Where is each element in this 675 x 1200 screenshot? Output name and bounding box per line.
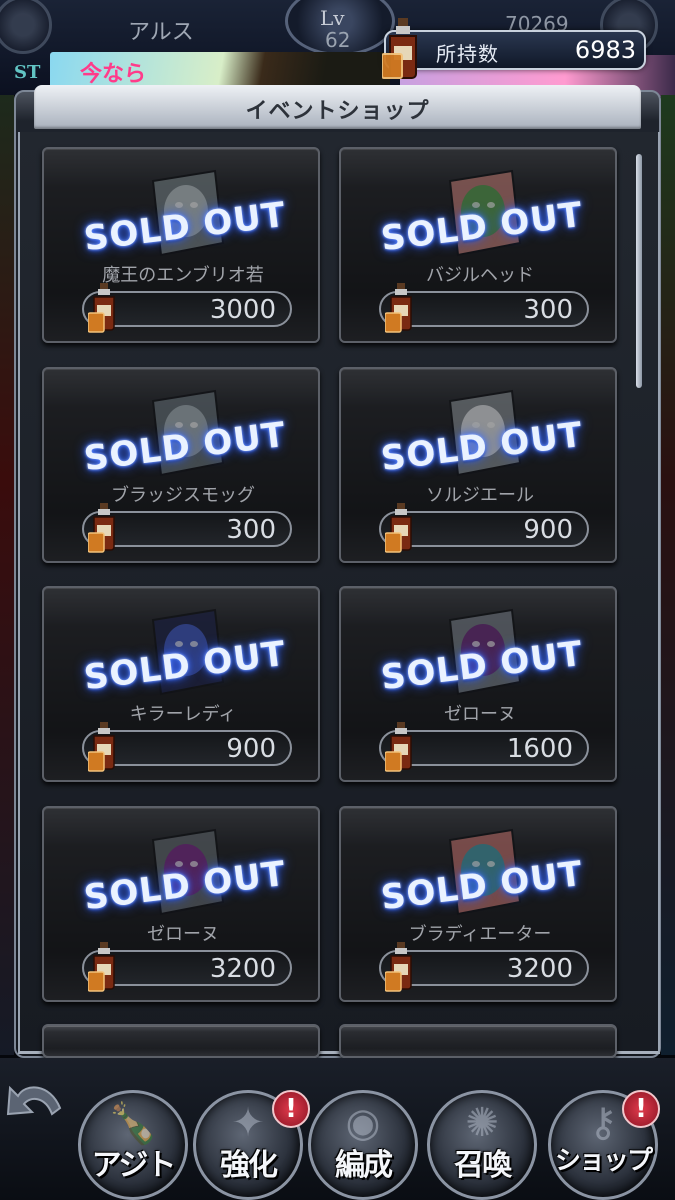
whiskey-bottle-icon bbox=[382, 18, 417, 79]
shop-item-card[interactable]: キラーレディ 900 SOLD OUT bbox=[42, 586, 320, 782]
item-price: 300 bbox=[523, 295, 573, 325]
item-price: 3000 bbox=[209, 295, 276, 325]
whiskey-bottle-icon bbox=[385, 503, 412, 553]
enhance-alert-badge: ! bbox=[272, 1090, 310, 1128]
background-left-edge bbox=[0, 95, 14, 1055]
shop-item-card[interactable]: ゼローヌ 3200 SOLD OUT bbox=[42, 806, 320, 1002]
event-banner-text: 今なら bbox=[80, 62, 147, 87]
shop-item-card[interactable]: ゼローヌ 1600 SOLD OUT bbox=[339, 586, 617, 782]
currency-label: 所持数 bbox=[436, 42, 499, 66]
shop-item-card[interactable]: ブラッジスモッグ 300 SOLD OUT bbox=[42, 367, 320, 563]
whiskey-bottle-icon bbox=[88, 942, 115, 992]
nav-label-enhance: 強化 bbox=[220, 1148, 278, 1183]
shop-item-card[interactable]: 魔王のエンブリオ若 3000 SOLD OUT bbox=[42, 147, 320, 343]
nav-label-formation: 編成 bbox=[335, 1148, 393, 1183]
back-arrow-icon[interactable] bbox=[0, 1068, 70, 1138]
item-name: ゼローヌ bbox=[147, 924, 219, 945]
shop-item-card[interactable]: ソルジエール 900 SOLD OUT bbox=[339, 367, 617, 563]
currency-value: 6983 bbox=[574, 36, 636, 64]
whiskey-bottle-icon bbox=[385, 283, 412, 333]
item-name: ゼローヌ bbox=[444, 704, 516, 725]
item-price: 3200 bbox=[506, 954, 573, 984]
shop-item-card[interactable]: ブラディエーター 3200 SOLD OUT bbox=[339, 806, 617, 1002]
stage-tag: ST bbox=[14, 62, 41, 83]
shop-item-card-partial[interactable] bbox=[42, 1024, 320, 1058]
item-name: バジルヘッド bbox=[426, 265, 534, 286]
item-price: 300 bbox=[226, 515, 276, 545]
nav-label-shop: ショップ bbox=[554, 1146, 653, 1176]
player-name: アルス bbox=[128, 20, 194, 45]
nav-label-base: アジト bbox=[91, 1148, 177, 1183]
item-name: ブラッジスモッグ bbox=[111, 485, 255, 506]
whiskey-bottle-icon bbox=[385, 722, 412, 772]
shop-scrollbar[interactable] bbox=[636, 154, 642, 388]
whiskey-bottle-icon bbox=[88, 722, 115, 772]
whiskey-bottle-icon bbox=[385, 942, 412, 992]
shop-item-card[interactable]: バジルヘッド 300 SOLD OUT bbox=[339, 147, 617, 343]
item-price: 1600 bbox=[506, 734, 573, 764]
level-label: Lv bbox=[320, 6, 345, 30]
item-name: ブラディエーター bbox=[408, 924, 552, 945]
shop-title: イベントショップ bbox=[245, 99, 430, 124]
level-value: 62 bbox=[325, 28, 351, 52]
item-price: 900 bbox=[226, 734, 276, 764]
nav-label-summon: 召喚 bbox=[454, 1148, 512, 1183]
item-price: 3200 bbox=[209, 954, 276, 984]
item-price: 900 bbox=[523, 515, 573, 545]
shop-item-card-partial[interactable] bbox=[339, 1024, 617, 1058]
item-name: キラーレディ bbox=[129, 704, 237, 725]
whiskey-bottle-icon bbox=[88, 503, 115, 553]
item-name: 魔王のエンブリオ若 bbox=[102, 265, 264, 286]
whiskey-bottle-icon bbox=[88, 283, 115, 333]
item-name: ソルジエール bbox=[426, 485, 534, 506]
shop-alert-badge: ! bbox=[622, 1090, 660, 1128]
background-right-edge bbox=[661, 95, 675, 1055]
